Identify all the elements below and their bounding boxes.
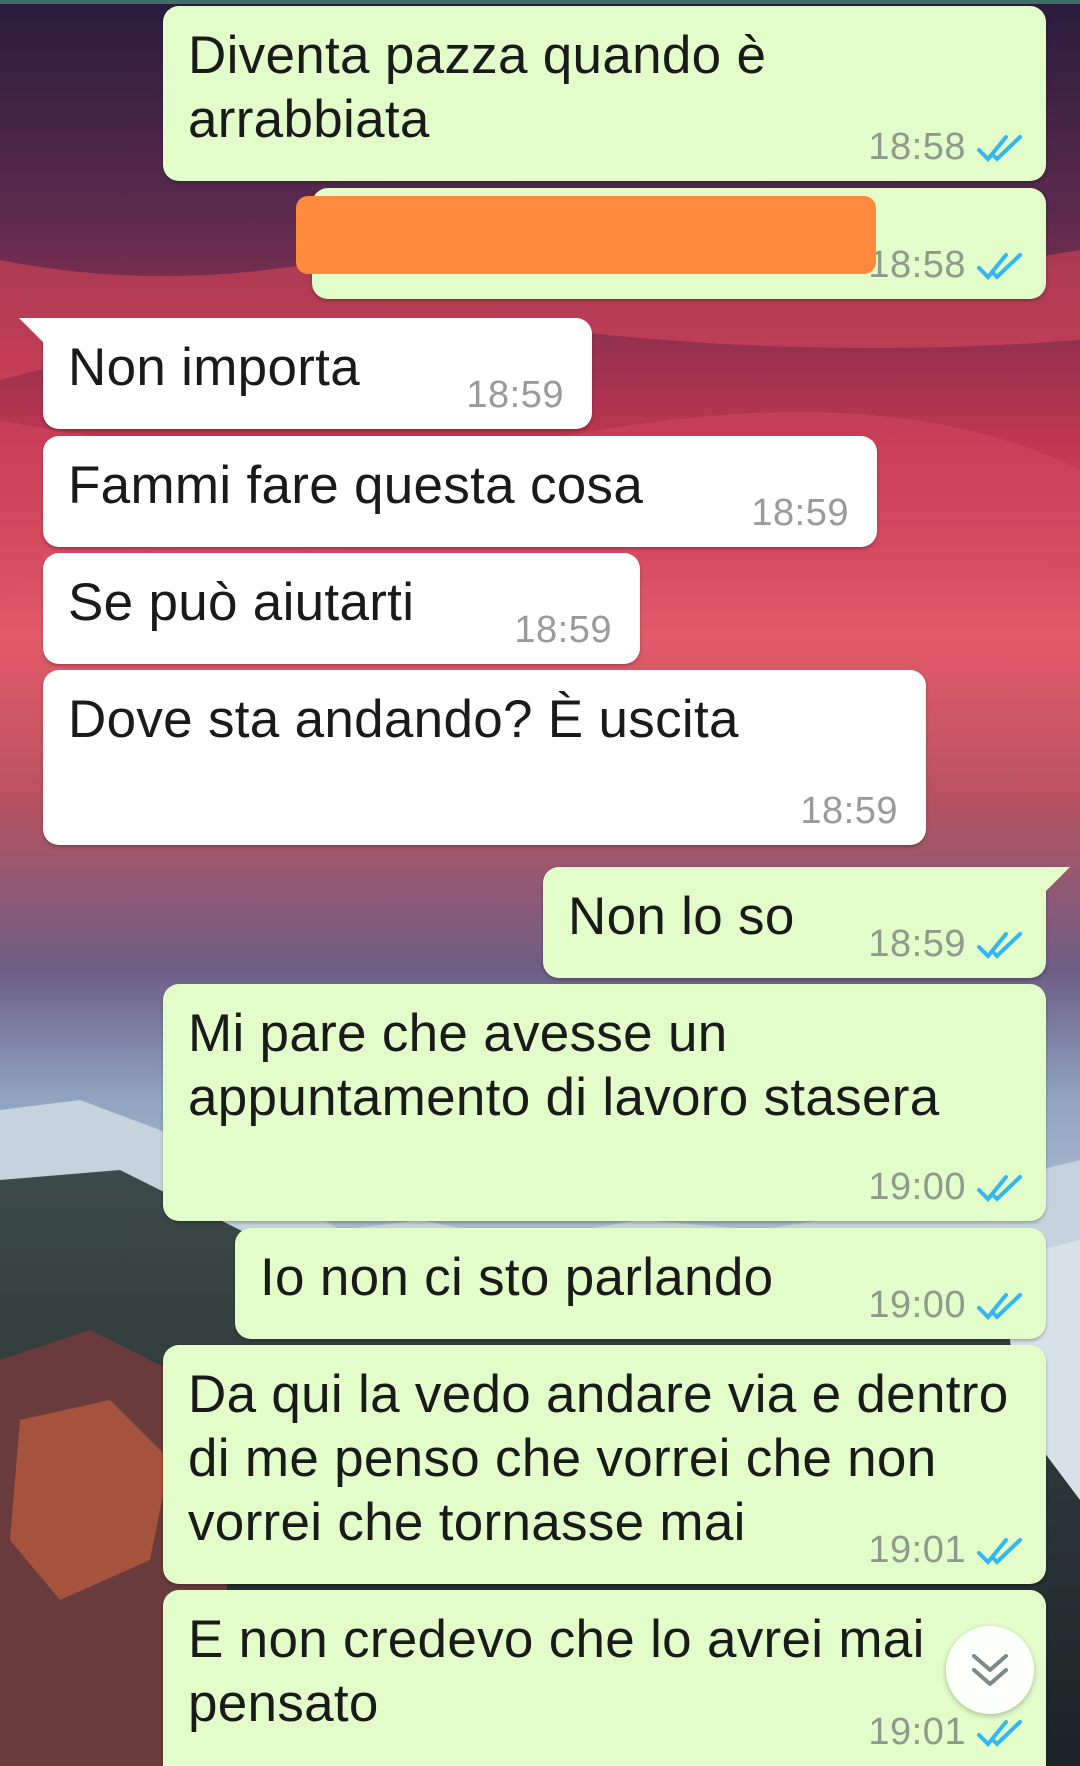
message-time: 18:59 xyxy=(751,492,849,534)
outgoing-message[interactable]: Da qui la vedo andare via e dentro di me… xyxy=(163,1345,1046,1584)
message-text: Io non ci sto parlando xyxy=(260,1248,774,1307)
message-meta: 18:58 xyxy=(868,126,1024,169)
message-meta: 18:59 xyxy=(514,609,612,652)
message-meta: 18:59 xyxy=(466,374,564,417)
scroll-to-bottom-button[interactable] xyxy=(946,1626,1034,1714)
double-check-icon xyxy=(977,134,1022,162)
message-time: 18:59 xyxy=(868,923,966,965)
message-time: 18:58 xyxy=(868,244,966,286)
double-check-icon xyxy=(977,1537,1022,1565)
redaction-block xyxy=(296,196,876,274)
message-time: 18:59 xyxy=(514,609,612,651)
top-accent-bar xyxy=(0,0,1080,4)
message-text: Da qui la vedo andare via e dentro di me… xyxy=(188,1365,1009,1552)
bubble-tail xyxy=(19,318,53,352)
message-meta: 18:59 xyxy=(868,923,1024,966)
incoming-message[interactable]: Dove sta andando? È uscita 18:59 xyxy=(43,670,926,845)
message-time: 19:01 xyxy=(868,1711,966,1753)
double-check-icon xyxy=(977,1292,1022,1320)
message-text: Non lo so xyxy=(568,887,795,946)
message-meta: 19:01 xyxy=(868,1711,1024,1754)
double-check-icon xyxy=(977,252,1022,280)
outgoing-message[interactable]: Mi pare che avesse un appuntamento di la… xyxy=(163,984,1046,1221)
incoming-message[interactable]: Fammi fare questa cosa 18:59 xyxy=(43,436,877,547)
outgoing-message[interactable]: Io non ci sto parlando 19:00 xyxy=(235,1228,1046,1339)
message-text: Diventa pazza quando è arrabbiata xyxy=(188,26,767,149)
outgoing-message[interactable]: Diventa pazza quando è arrabbiata 18:58 xyxy=(163,6,1046,181)
outgoing-message[interactable]: Non lo so 18:59 xyxy=(543,867,1070,978)
message-time: 19:00 xyxy=(868,1284,966,1326)
double-check-icon xyxy=(977,1174,1022,1202)
message-time: 19:01 xyxy=(868,1529,966,1571)
message-meta: 18:58 xyxy=(868,244,1024,287)
double-check-icon xyxy=(977,1719,1022,1747)
message-text: Fammi fare questa cosa xyxy=(68,456,644,515)
message-time: 18:59 xyxy=(800,790,898,832)
message-text: Dove sta andando? È uscita xyxy=(68,690,739,749)
incoming-message[interactable]: Non importa 18:59 xyxy=(19,318,592,429)
message-text: Mi pare che avesse un appuntamento di la… xyxy=(188,1004,940,1127)
message-text: E non credevo che lo avrei mai pensato xyxy=(188,1610,925,1733)
message-meta: 19:00 xyxy=(868,1284,1024,1327)
outgoing-message[interactable]: E non credevo che lo avrei mai pensato 1… xyxy=(163,1590,1046,1766)
message-time: 18:58 xyxy=(868,126,966,168)
message-meta: 18:59 xyxy=(751,492,849,535)
chevron-double-down-icon xyxy=(972,1654,1008,1686)
message-text: Non importa xyxy=(68,338,360,397)
message-time: 18:59 xyxy=(466,374,564,416)
bubble-tail xyxy=(1036,867,1070,901)
message-meta: 19:01 xyxy=(868,1529,1024,1572)
incoming-message[interactable]: Se può aiutarti 18:59 xyxy=(43,553,640,664)
message-text: Se può aiutarti xyxy=(68,573,415,632)
double-check-icon xyxy=(977,931,1022,959)
message-time: 19:00 xyxy=(868,1166,966,1208)
message-meta: 19:00 xyxy=(868,1166,1024,1209)
message-meta: 18:59 xyxy=(800,790,898,833)
